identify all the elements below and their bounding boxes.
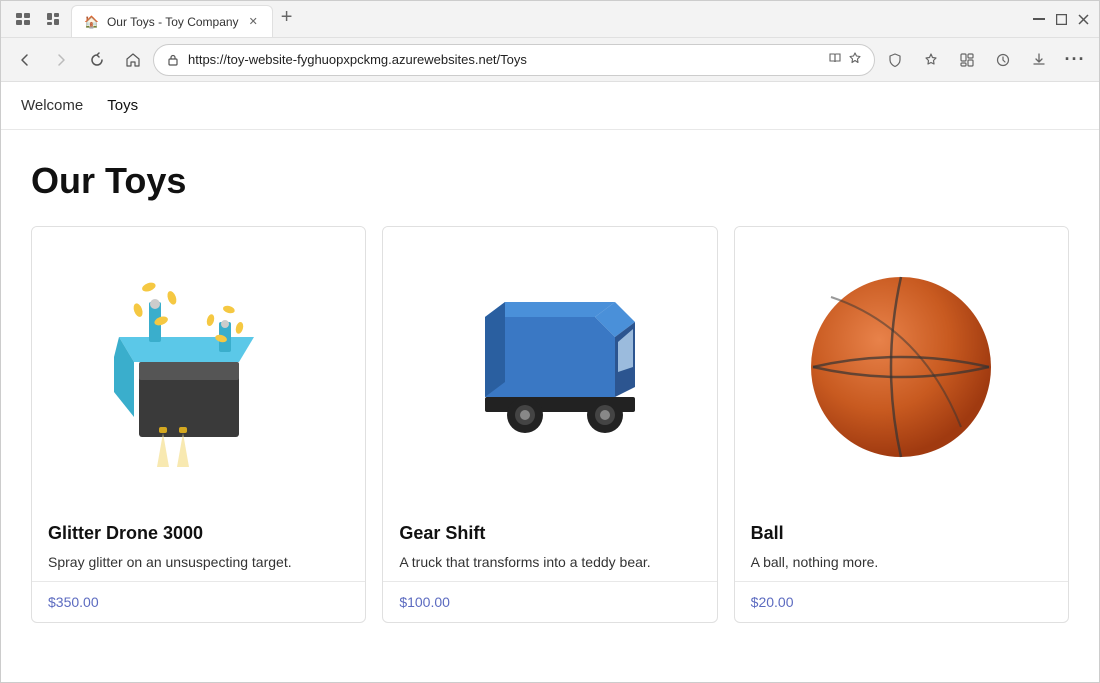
lock-icon — [166, 53, 180, 67]
toy-card-drone: Glitter Drone 3000 Spray glitter on an u… — [31, 226, 366, 623]
favorites-toolbar-icon[interactable] — [915, 44, 947, 76]
nav-toys[interactable]: Toys — [107, 93, 138, 118]
home-button[interactable] — [117, 44, 149, 76]
menu-button[interactable]: ··· — [1059, 44, 1091, 76]
download-icon[interactable] — [1023, 44, 1055, 76]
read-mode-icon[interactable] — [828, 51, 842, 68]
collections-toolbar-icon[interactable] — [951, 44, 983, 76]
browser-window: 🏠 Our Toys - Toy Company ✕ + — [0, 0, 1100, 683]
url-text: https://toy-website-fyghuopxpckmg.azurew… — [188, 52, 820, 67]
history-icon[interactable] — [987, 44, 1019, 76]
minimize-button[interactable] — [1031, 11, 1047, 27]
toy-desc-ball: A ball, nothing more. — [751, 552, 1052, 573]
toy-image-drone — [32, 227, 365, 507]
toy-price-truck: $100.00 — [383, 581, 716, 622]
back-button[interactable] — [9, 44, 41, 76]
toy-price-drone: $350.00 — [32, 581, 365, 622]
toy-name-drone: Glitter Drone 3000 — [48, 523, 349, 544]
refresh-button[interactable] — [81, 44, 113, 76]
toy-image-truck — [383, 227, 716, 507]
forward-button[interactable] — [45, 44, 77, 76]
toolbar-right: ··· — [879, 44, 1091, 76]
toy-desc-truck: A truck that transforms into a teddy bea… — [399, 552, 700, 573]
new-tab-button[interactable]: + — [273, 2, 301, 33]
toy-card-ball: Ball A ball, nothing more. $20.00 — [734, 226, 1069, 623]
tab-title: Our Toys - Toy Company — [107, 15, 239, 29]
window-controls — [1031, 11, 1091, 27]
toy-name-ball: Ball — [751, 523, 1052, 544]
maximize-button[interactable] — [1053, 11, 1069, 27]
favorites-icon[interactable] — [848, 51, 862, 68]
toy-image-ball — [735, 227, 1068, 507]
toy-body-ball: Ball A ball, nothing more. — [735, 507, 1068, 581]
collections-icon[interactable] — [39, 5, 67, 33]
address-bar[interactable]: https://toy-website-fyghuopxpckmg.azurew… — [153, 44, 875, 76]
toys-grid: Glitter Drone 3000 Spray glitter on an u… — [31, 226, 1069, 623]
browser-tab[interactable]: 🏠 Our Toys - Toy Company ✕ — [71, 5, 273, 37]
toy-body-drone: Glitter Drone 3000 Spray glitter on an u… — [32, 507, 365, 581]
profile-icon[interactable] — [9, 5, 37, 33]
main-content: Our Toys — [1, 130, 1099, 682]
sidebar-icons — [9, 5, 67, 33]
toy-name-truck: Gear Shift — [399, 523, 700, 544]
nav-welcome[interactable]: Welcome — [21, 93, 83, 118]
site-nav: Welcome Toys — [1, 82, 1099, 130]
toy-price-ball: $20.00 — [735, 581, 1068, 622]
toy-desc-drone: Spray glitter on an unsuspecting target. — [48, 552, 349, 573]
address-icons — [828, 51, 862, 68]
page-title: Our Toys — [31, 160, 1069, 202]
browser-shield-icon[interactable] — [879, 44, 911, 76]
address-bar-row: https://toy-website-fyghuopxpckmg.azurew… — [1, 38, 1099, 82]
tab-favicon: 🏠 — [84, 15, 99, 29]
toy-body-truck: Gear Shift A truck that transforms into … — [383, 507, 716, 581]
tab-close-button[interactable]: ✕ — [247, 13, 260, 30]
toy-card-truck: Gear Shift A truck that transforms into … — [382, 226, 717, 623]
close-button[interactable] — [1075, 11, 1091, 27]
